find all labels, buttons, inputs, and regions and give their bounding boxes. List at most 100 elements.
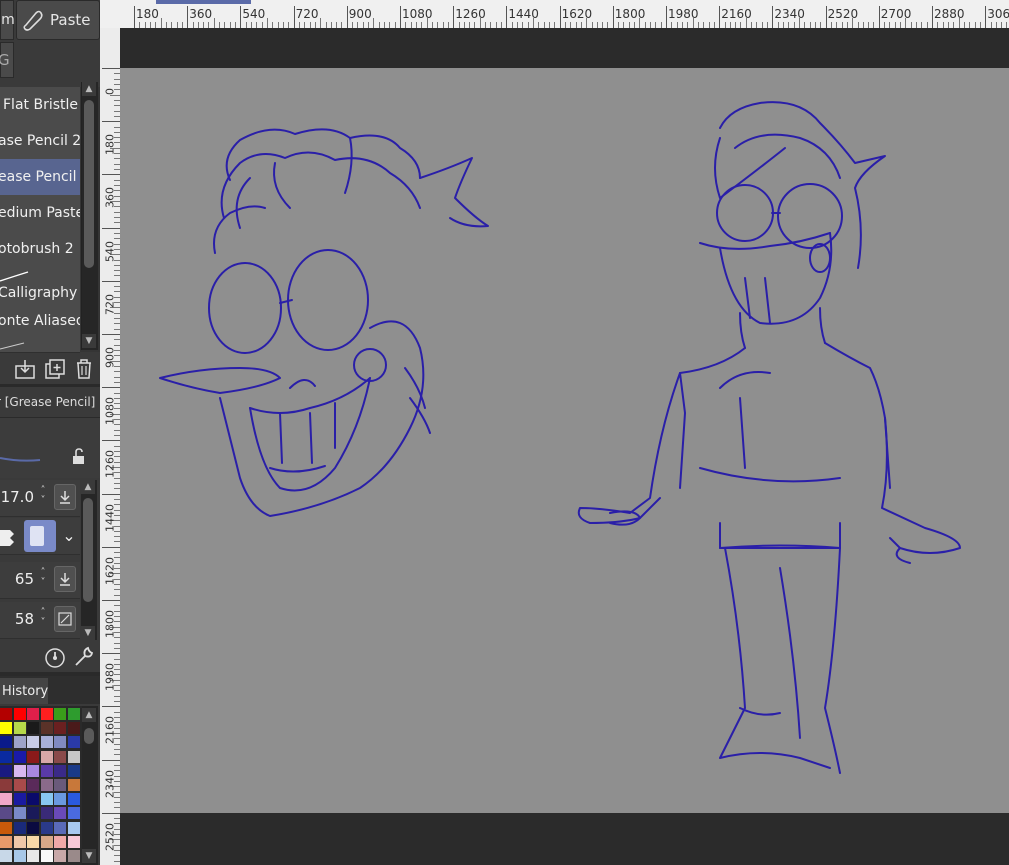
brush-item-calligraphy[interactable]: Calligraphy (0, 267, 80, 304)
color-swatch[interactable] (0, 708, 12, 720)
color-swatch[interactable] (40, 736, 53, 749)
color-swatch[interactable] (0, 807, 12, 820)
color-swatch[interactable] (40, 821, 53, 834)
color-swatch[interactable] (54, 807, 66, 820)
settings-scrollbar[interactable]: ▲ ▼ (81, 480, 97, 640)
color-swatch[interactable] (13, 764, 26, 777)
color-swatch[interactable] (67, 708, 80, 720)
color-swatch[interactable] (54, 779, 66, 791)
color-swatch[interactable] (40, 779, 53, 791)
size-stepper-icon[interactable]: ˄ ˅ (36, 486, 50, 508)
color-swatch[interactable] (54, 722, 66, 735)
import-icon[interactable] (14, 358, 36, 380)
brush-item-grease-pencil[interactable]: ease Pencil (0, 159, 80, 196)
color-swatch[interactable] (40, 850, 53, 862)
color-swatch[interactable] (27, 779, 39, 791)
color-swatch[interactable] (54, 708, 66, 720)
color-swatch[interactable] (67, 793, 80, 806)
scroll-down-icon[interactable]: ▼ (82, 849, 96, 863)
paste-button[interactable]: Paste (16, 0, 100, 40)
color-swatch[interactable] (67, 722, 80, 735)
color-swatch[interactable] (0, 793, 12, 806)
image-tool-button[interactable]: Im (0, 0, 15, 40)
color-swatch[interactable] (67, 821, 80, 834)
color-swatch[interactable] (13, 850, 26, 862)
color-swatch[interactable] (0, 779, 12, 791)
color-swatch[interactable] (27, 722, 39, 735)
size-value[interactable]: 17.0 (1, 488, 34, 506)
color-swatch[interactable] (13, 793, 26, 806)
blend-dropdown-icon[interactable]: ⌄ (58, 520, 80, 552)
color-swatch[interactable] (54, 750, 66, 763)
brush-item-conte-aliased[interactable]: onte Aliased (0, 303, 80, 340)
timer-icon[interactable] (44, 646, 66, 668)
brush-item-partial[interactable] (0, 339, 80, 353)
color-swatch[interactable] (0, 722, 12, 735)
color-swatch[interactable] (0, 821, 12, 834)
color-swatch[interactable] (67, 779, 80, 791)
flow-stepper-icon[interactable]: ˄ ˅ (36, 608, 50, 630)
color-swatch[interactable] (40, 807, 53, 820)
color-swatch[interactable] (67, 850, 80, 862)
drawing-canvas[interactable] (120, 68, 1009, 813)
color-swatch[interactable] (40, 793, 53, 806)
color-swatch[interactable] (27, 750, 39, 763)
color-swatch[interactable] (40, 835, 53, 848)
new-brush-icon[interactable] (44, 358, 66, 380)
scroll-thumb[interactable] (83, 498, 93, 602)
trash-icon[interactable] (73, 358, 95, 380)
color-swatch[interactable] (0, 764, 12, 777)
scroll-thumb[interactable] (84, 100, 94, 268)
scroll-up-icon[interactable]: ▲ (81, 480, 95, 494)
color-swatch[interactable] (27, 793, 39, 806)
color-swatch[interactable] (13, 779, 26, 791)
scroll-thumb[interactable] (84, 728, 94, 744)
flow-value[interactable]: 58 (15, 610, 34, 628)
color-swatch[interactable] (54, 764, 66, 777)
color-swatch[interactable] (54, 793, 66, 806)
color-swatch[interactable] (40, 764, 53, 777)
color-swatch[interactable] (40, 722, 53, 735)
color-swatch[interactable] (27, 821, 39, 834)
scroll-up-icon[interactable]: ▲ (82, 82, 96, 96)
color-swatch[interactable] (67, 764, 80, 777)
wrench-icon[interactable] (73, 646, 95, 668)
color-swatch[interactable] (0, 736, 12, 749)
color-swatch[interactable] (67, 835, 80, 848)
color-swatch[interactable] (13, 750, 26, 763)
tab-history[interactable]: History (0, 678, 48, 704)
row2-button[interactable]: G (0, 42, 14, 78)
flow-disable-button[interactable] (54, 606, 76, 632)
color-swatch[interactable] (40, 750, 53, 763)
color-swatch[interactable] (13, 835, 26, 848)
size-download-button[interactable] (54, 484, 76, 510)
color-swatch[interactable] (27, 835, 39, 848)
color-swatch[interactable] (67, 750, 80, 763)
color-swatch[interactable] (27, 764, 39, 777)
brush-item-grease-pencil-2[interactable]: ase Pencil 2 (0, 123, 80, 160)
color-swatch[interactable] (54, 736, 66, 749)
color-swatch[interactable] (40, 708, 53, 720)
opacity-stepper-icon[interactable]: ˄ ˅ (36, 568, 50, 590)
color-swatch[interactable] (27, 850, 39, 862)
color-swatch[interactable] (13, 821, 26, 834)
color-swatch[interactable] (54, 850, 66, 862)
color-swatch[interactable] (13, 736, 26, 749)
color-swatch[interactable] (13, 807, 26, 820)
palette-scrollbar[interactable]: ▲ ▼ (82, 706, 98, 865)
color-swatch[interactable] (67, 807, 80, 820)
opacity-value[interactable]: 65 (15, 570, 34, 588)
color-swatch[interactable] (27, 807, 39, 820)
scroll-down-icon[interactable]: ▼ (82, 334, 96, 348)
brush-item-medium-pastel[interactable]: edium Paste (0, 195, 80, 232)
opacity-download-button[interactable] (54, 566, 76, 592)
canvas-area[interactable] (120, 28, 1009, 865)
scroll-down-icon[interactable]: ▼ (81, 626, 95, 640)
color-swatch[interactable] (27, 736, 39, 749)
lock-icon[interactable] (70, 448, 88, 466)
color-swatch[interactable] (13, 708, 26, 720)
brush-item-photobrush-2[interactable]: otobrush 2 (0, 231, 80, 268)
scroll-up-icon[interactable]: ▲ (82, 708, 96, 722)
blend-mode-selected-icon[interactable] (24, 520, 56, 552)
brush-list-scrollbar[interactable]: ▲ ▼ (81, 82, 98, 350)
